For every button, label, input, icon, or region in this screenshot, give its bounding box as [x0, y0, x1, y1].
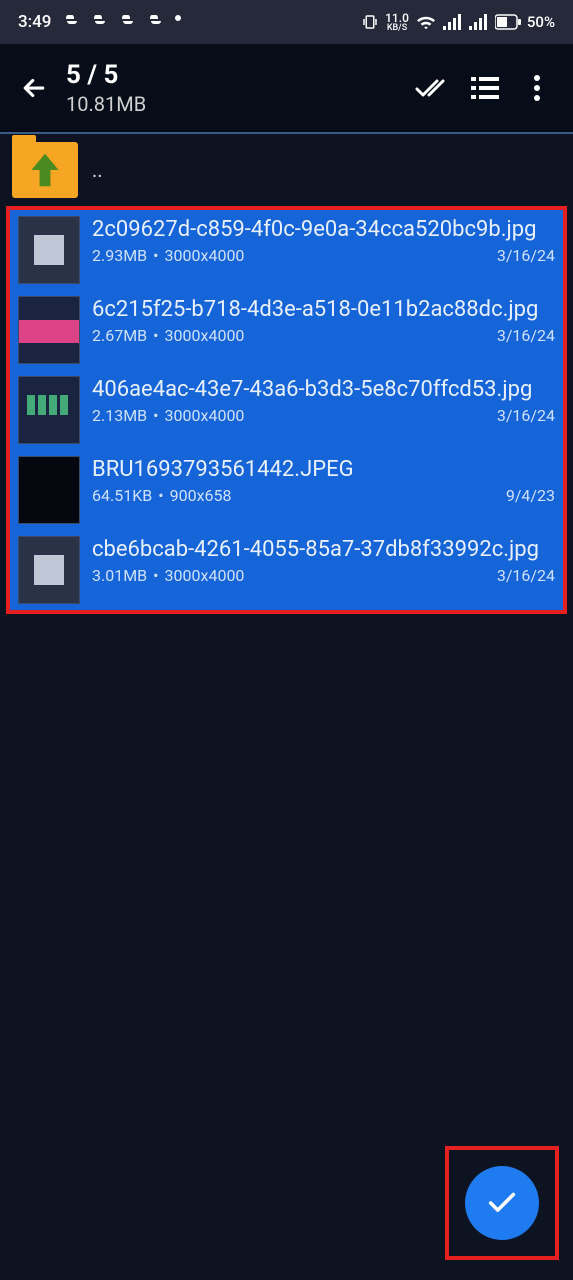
app-bar: 5 / 5 10.81MB	[0, 44, 573, 134]
file-dimensions: 3000x4000	[165, 326, 245, 345]
file-dimensions: 900x658	[170, 486, 232, 505]
vibrate-icon	[361, 13, 379, 31]
file-row[interactable]: 406ae4ac-43e7-43a6-b3d3-5e8c70ffcd53.jpg…	[10, 370, 563, 450]
file-dimensions: 3000x4000	[165, 566, 245, 585]
meta-separator: •	[153, 246, 158, 265]
back-button[interactable]	[10, 64, 58, 112]
file-size: 3.01MB	[92, 566, 147, 585]
file-info: 2c09627d-c859-4f0c-9e0a-34cca520bc9b.jpg…	[92, 216, 555, 265]
file-info: 6c215f25-b718-4d3e-a518-0e11b2ac88dc.jpg…	[92, 296, 555, 345]
network-speed: 11.0 KB/S	[385, 12, 409, 33]
title-block: 5 / 5 10.81MB	[66, 60, 407, 116]
selection-count: 5 / 5	[66, 60, 407, 90]
file-thumbnail	[18, 376, 80, 444]
file-name: 406ae4ac-43e7-43a6-b3d3-5e8c70ffcd53.jpg	[92, 376, 555, 404]
arrow-left-icon	[19, 73, 49, 103]
file-date: 3/16/24	[497, 566, 555, 585]
file-name: 6c215f25-b718-4d3e-a518-0e11b2ac88dc.jpg	[92, 296, 555, 324]
file-thumbnail	[18, 536, 80, 604]
file-row[interactable]: 2c09627d-c859-4f0c-9e0a-34cca520bc9b.jpg…	[10, 210, 563, 290]
file-date: 3/16/24	[497, 246, 555, 265]
file-meta: 64.51KB • 900x658 9/4/23	[92, 486, 555, 505]
arrow-up-icon	[28, 151, 62, 189]
file-info: cbe6bcab-4261-4055-85a7-37db8f33992c.jpg…	[92, 536, 555, 585]
battery-icon	[495, 14, 521, 30]
double-check-icon	[415, 76, 451, 100]
file-row[interactable]: BRU1693793561442.JPEG 64.51KB • 900x658 9/…	[10, 450, 563, 530]
overflow-menu-button[interactable]	[511, 62, 563, 114]
file-size: 2.13MB	[92, 406, 147, 425]
file-date: 9/4/23	[506, 486, 555, 505]
file-date: 3/16/24	[497, 406, 555, 425]
check-icon	[485, 1186, 519, 1220]
fab-highlight	[445, 1146, 559, 1260]
file-thumbnail	[18, 456, 80, 524]
file-name: 2c09627d-c859-4f0c-9e0a-34cca520bc9b.jpg	[92, 216, 555, 244]
signal-icon-2	[469, 14, 489, 30]
file-row[interactable]: cbe6bcab-4261-4055-85a7-37db8f33992c.jpg…	[10, 530, 563, 610]
file-meta: 2.13MB • 3000x4000 3/16/24	[92, 406, 555, 425]
folder-up-label: ..	[92, 158, 103, 182]
file-info: BRU1693793561442.JPEG 64.51KB • 900x658 9/…	[92, 456, 555, 505]
meta-separator: •	[153, 406, 158, 425]
file-meta: 2.93MB • 3000x4000 3/16/24	[92, 246, 555, 265]
battery-percent: 50%	[527, 13, 555, 31]
list-icon	[471, 77, 499, 99]
file-date: 3/16/24	[497, 326, 555, 345]
file-thumbnail	[18, 296, 80, 364]
file-row[interactable]: 6c215f25-b718-4d3e-a518-0e11b2ac88dc.jpg…	[10, 290, 563, 370]
folder-up-row[interactable]: ..	[0, 134, 573, 206]
file-size: 2.67MB	[92, 326, 147, 345]
file-list: 2c09627d-c859-4f0c-9e0a-34cca520bc9b.jpg…	[6, 206, 567, 614]
file-meta: 3.01MB • 3000x4000 3/16/24	[92, 566, 555, 585]
file-dimensions: 3000x4000	[165, 246, 245, 265]
file-thumbnail	[18, 216, 80, 284]
meta-separator: •	[153, 566, 158, 585]
selection-size: 10.81MB	[66, 92, 407, 116]
file-info: 406ae4ac-43e7-43a6-b3d3-5e8c70ffcd53.jpg…	[92, 376, 555, 425]
confirm-fab[interactable]	[465, 1166, 539, 1240]
file-meta: 2.67MB • 3000x4000 3/16/24	[92, 326, 555, 345]
file-name: BRU1693793561442.JPEG	[92, 456, 555, 484]
signal-icon	[443, 14, 463, 30]
view-list-button[interactable]	[459, 62, 511, 114]
more-vert-icon	[533, 74, 541, 102]
wifi-icon	[415, 13, 437, 31]
select-all-button[interactable]	[407, 62, 459, 114]
folder-up-icon	[12, 142, 78, 198]
notification-icons	[63, 15, 181, 29]
file-dimensions: 3000x4000	[165, 406, 245, 425]
file-size: 64.51KB	[92, 486, 152, 505]
status-bar: 3:49 11.0 KB/S 50%	[0, 0, 573, 44]
clock: 3:49	[18, 12, 51, 32]
meta-separator: •	[153, 326, 158, 345]
file-size: 2.93MB	[92, 246, 147, 265]
meta-separator: •	[158, 486, 163, 505]
file-name: cbe6bcab-4261-4055-85a7-37db8f33992c.jpg	[92, 536, 555, 564]
